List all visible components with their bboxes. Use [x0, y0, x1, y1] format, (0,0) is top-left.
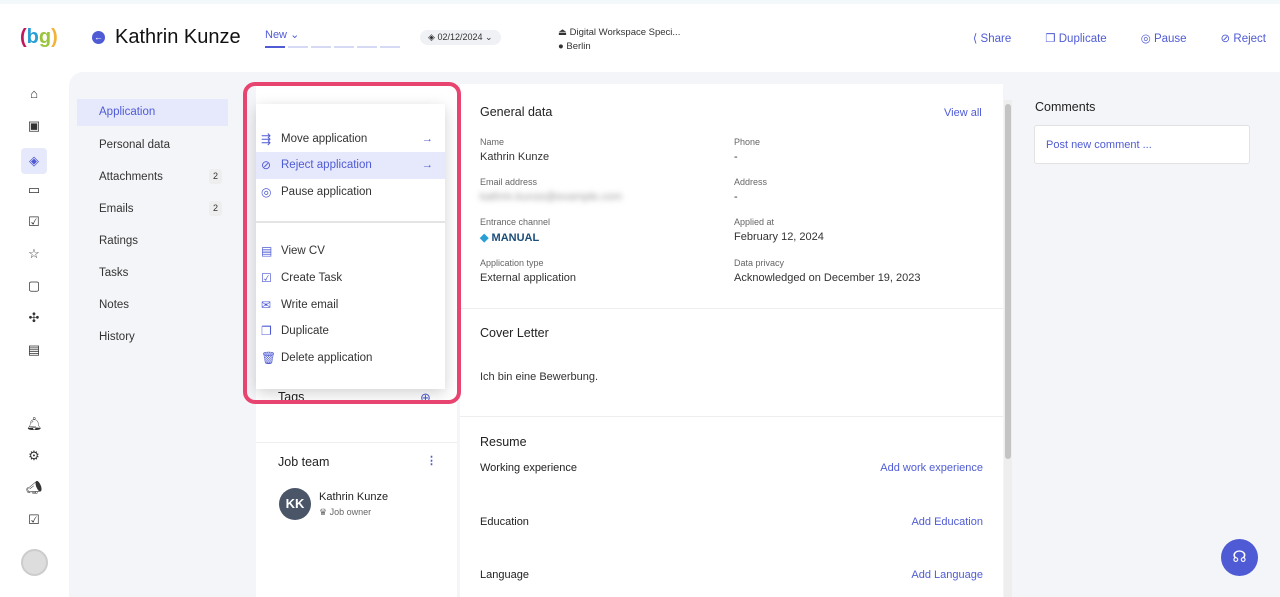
candidate-name: Kathrin Kunze: [115, 26, 241, 48]
general-data-title: General data: [480, 105, 553, 119]
count-badge: 2: [208, 201, 222, 216]
nav-attachments[interactable]: Attachments 2: [77, 163, 228, 195]
field-name: Name Kathrin Kunze: [480, 137, 550, 163]
briefcase-icon: ⏏: [558, 27, 567, 38]
avatar[interactable]: [21, 549, 48, 576]
date-dropdown[interactable]: ◈ 02/12/2024 ⌄: [420, 30, 501, 45]
more-options-icon[interactable]: ⋮: [426, 454, 437, 467]
support-button[interactable]: ☊: [1221, 539, 1258, 576]
nav-ratings[interactable]: Ratings: [77, 227, 228, 259]
gear-icon[interactable]: ⚙: [26, 448, 42, 464]
job-team-title: Job team: [278, 455, 330, 469]
field-email: Email address kathrin.kunze@example.com: [480, 177, 623, 203]
checkbox-icon[interactable]: ☑: [26, 512, 42, 528]
field-applied-at: Applied at February 12, 2024: [734, 217, 824, 243]
view-all-link[interactable]: View all: [944, 107, 982, 119]
nav-emails[interactable]: Emails 2: [77, 195, 228, 227]
clipboard-check-icon[interactable]: ☑: [26, 214, 42, 230]
home-icon[interactable]: ⌂: [26, 86, 42, 102]
field-phone: Phone -: [734, 137, 761, 163]
add-work-experience-link[interactable]: Add work experience: [880, 462, 983, 474]
cube-icon: ◆: [480, 232, 489, 244]
top-strip: [0, 0, 1280, 4]
job-title: Digital Workspace Speci...: [569, 27, 681, 38]
nav-application[interactable]: Application: [77, 99, 228, 126]
member-role: ♛ Job owner: [319, 507, 372, 517]
resume-education: Education: [480, 516, 529, 528]
logo[interactable]: (bg): [20, 26, 58, 49]
add-education-link[interactable]: Add Education: [911, 516, 983, 528]
chat-icon[interactable]: ▢: [26, 278, 42, 294]
presentation-icon[interactable]: ▭: [26, 182, 42, 198]
icon-rail: ⌂ ▣ ◈ ▭ ☑ ☆ ▢ ✣ ▤ 🔔︎ ⚙ 📣︎ ☑: [0, 72, 69, 597]
star-icon[interactable]: ☆: [26, 246, 42, 262]
resume-title: Resume: [480, 435, 527, 449]
comment-input[interactable]: Post new comment ...: [1034, 125, 1250, 164]
archive-icon[interactable]: ▤: [26, 342, 42, 358]
header-actions: ⟨ Share ❐ Duplicate ◎ Pause ⊘ Reject: [973, 31, 1266, 45]
pause-button[interactable]: ◎ Pause: [1141, 31, 1187, 45]
headset-icon: ☊: [1232, 549, 1247, 566]
highlight-annotation: [243, 82, 461, 404]
field-application-type: Application type External application: [480, 258, 577, 284]
section-nav: Application Personal data Attachments 2 E…: [77, 99, 228, 355]
nav-history[interactable]: History: [77, 323, 228, 355]
scrollbar[interactable]: [1004, 100, 1012, 597]
cover-letter-title: Cover Letter: [480, 326, 549, 340]
job-info[interactable]: ⏏ Digital Workspace Speci... ● Berlin: [558, 26, 680, 54]
resume-working-experience: Working experience: [480, 462, 578, 474]
bell-icon[interactable]: 🔔︎: [26, 416, 43, 432]
main-card: General data View all Name Kathrin Kunze …: [460, 84, 1003, 597]
count-badge: 2: [208, 169, 222, 184]
stage-dropdown[interactable]: New ⌄: [265, 28, 299, 41]
nav-personal-data[interactable]: Personal data: [77, 131, 228, 163]
stage-label: New: [265, 29, 288, 41]
chevron-down-icon: ⌄: [290, 29, 300, 41]
layers-icon[interactable]: ◈: [21, 148, 47, 174]
back-button[interactable]: ←: [92, 31, 105, 44]
reject-button[interactable]: ⊘ Reject: [1221, 31, 1266, 45]
nav-notes[interactable]: Notes: [77, 291, 228, 323]
field-data-privacy: Data privacy Acknowledged on December 19,…: [734, 258, 921, 284]
date-label: 02/12/2024: [437, 32, 483, 42]
add-language-link[interactable]: Add Language: [911, 569, 983, 581]
duplicate-button[interactable]: ❐ Duplicate: [1045, 31, 1106, 45]
cover-letter-text: Ich bin eine Bewerbung.: [480, 371, 599, 383]
field-entrance-channel: Entrance channel ◆ MANUAL: [480, 217, 551, 244]
megaphone-icon[interactable]: 📣︎: [26, 480, 43, 496]
briefcase-icon[interactable]: ▣: [26, 118, 42, 134]
puzzle-icon[interactable]: ✣: [26, 310, 42, 326]
field-address: Address -: [734, 177, 768, 203]
nav-tasks[interactable]: Tasks: [77, 259, 228, 291]
avatar: KK: [279, 488, 311, 520]
job-location: Berlin: [566, 41, 591, 52]
share-button[interactable]: ⟨ Share: [973, 31, 1011, 45]
member-name: Kathrin Kunze: [319, 491, 389, 503]
location-icon: ●: [558, 41, 564, 52]
layers-icon: ◈: [428, 32, 435, 42]
stage-progress: [265, 46, 400, 48]
resume-language: Language: [480, 569, 529, 581]
comments-title: Comments: [1035, 100, 1096, 114]
